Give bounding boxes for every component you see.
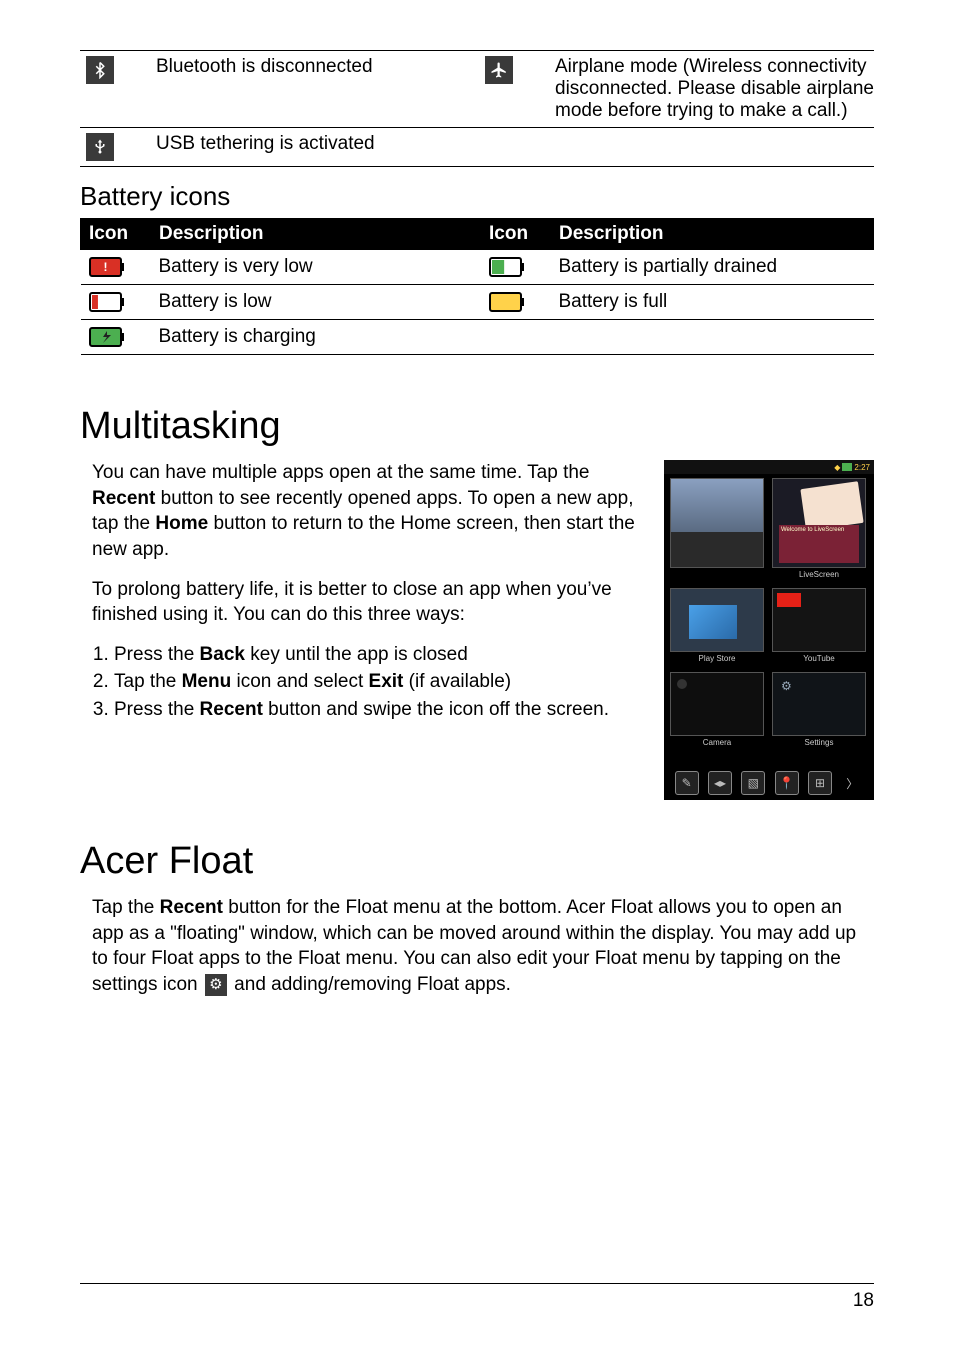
text-bold: Recent [92, 488, 155, 509]
table-header: Icon [481, 219, 551, 250]
table-header: Icon [81, 219, 151, 250]
battery-partial-icon [481, 250, 551, 285]
status-row: Bluetooth is disconnected Airplane mode … [80, 51, 874, 128]
text: You can have multiple apps open at the s… [92, 462, 590, 483]
float-app-icon: ▧ [741, 771, 765, 795]
usb-tethering-icon [86, 133, 114, 161]
battery-icons-table: Icon Description Icon Description ! Batt… [80, 218, 874, 355]
battery-charging-icon [81, 320, 151, 355]
text: and adding/removing Float apps. [229, 974, 511, 995]
status-time: 2:27 [854, 463, 870, 472]
tile-label: Play Store [671, 654, 763, 663]
float-app-icon: ✎ [675, 771, 699, 795]
tile-label: Settings [773, 738, 865, 747]
float-app-icon: ⊞ [808, 771, 832, 795]
multitasking-screenshot: ◆ 2:27 Welcome to LiveScreen LiveScreen … [664, 460, 874, 800]
text: Tap the [92, 897, 160, 918]
status-row: USB tethering is activated [80, 128, 874, 167]
list-item: Press the Recent button and swipe the ic… [114, 697, 646, 723]
airplane-mode-icon [485, 56, 513, 84]
battery-description: Battery is low [151, 285, 481, 320]
battery-low-icon [81, 285, 151, 320]
battery-description: Battery is partially drained [551, 250, 874, 285]
float-app-icon: ◂▸ [708, 771, 732, 795]
acer-float-text: Tap the Recent button for the Float menu… [92, 895, 874, 998]
table-row: Battery is charging [81, 320, 874, 355]
status-description: Airplane mode (Wireless connectivity dis… [555, 56, 874, 122]
text-bold: Recent [160, 897, 223, 918]
table-header: Description [151, 219, 481, 250]
battery-description: Battery is charging [151, 320, 481, 355]
settings-gear-icon: ⚙ [205, 974, 227, 996]
tile-label: YouTube [773, 654, 865, 663]
float-app-icon: 📍 [775, 771, 799, 795]
list-item: Tap the Menu icon and select Exit (if av… [114, 669, 646, 695]
acer-float-heading: Acer Float [80, 840, 874, 883]
tile-label: Camera [671, 738, 763, 747]
list-item: Press the Back key until the app is clos… [114, 642, 646, 668]
table-header: Description [551, 219, 874, 250]
table-row: ! Battery is very low Battery is partial… [81, 250, 874, 285]
battery-full-icon [481, 285, 551, 320]
page-number: 18 [80, 1283, 874, 1312]
status-description: Bluetooth is disconnected [156, 56, 485, 78]
text: To prolong battery life, it is better to… [92, 577, 646, 628]
table-row: Battery is low Battery is full [81, 285, 874, 320]
status-description: USB tethering is activated [156, 133, 485, 155]
status-rows: Bluetooth is disconnected Airplane mode … [80, 50, 874, 167]
float-bar: ✎ ◂▸ ▧ 📍 ⊞ 〉 [664, 770, 874, 796]
battery-icons-heading: Battery icons [80, 181, 874, 212]
tile-label: LiveScreen [773, 570, 865, 579]
battery-description: Battery is full [551, 285, 874, 320]
bluetooth-disconnected-icon [86, 56, 114, 84]
multitasking-text: You can have multiple apps open at the s… [92, 460, 646, 737]
multitasking-heading: Multitasking [80, 405, 874, 448]
svg-text:!: ! [103, 260, 107, 274]
float-more-icon: 〉 [841, 772, 863, 794]
battery-description: Battery is very low [151, 250, 481, 285]
battery-very-low-icon: ! [81, 250, 151, 285]
text-bold: Home [155, 513, 208, 534]
battery-description [551, 320, 874, 355]
